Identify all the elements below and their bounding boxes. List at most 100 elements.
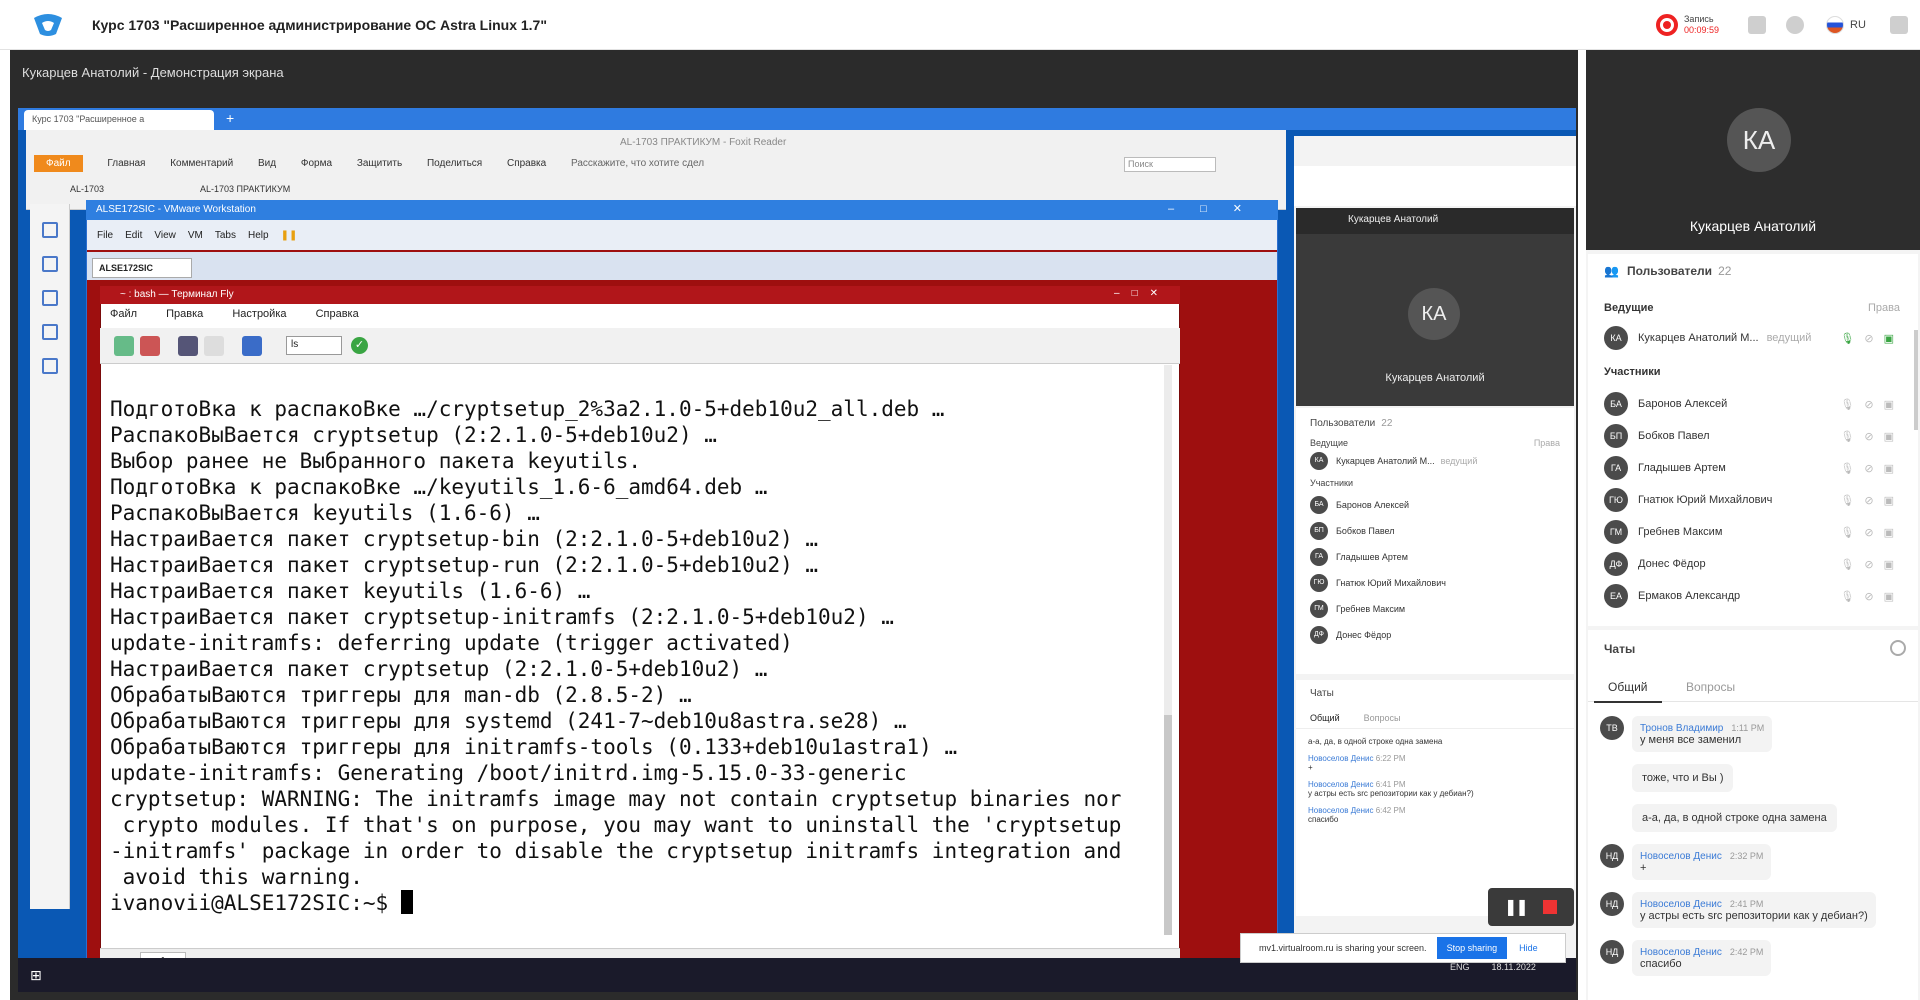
info-icon[interactable]: [1786, 16, 1804, 34]
terminal-output[interactable]: ПодготоВка к распакоВке …/cryptsetup_2%3…: [110, 370, 1160, 916]
terminal-menu-settings[interactable]: Настройка: [232, 308, 286, 320]
foxit-menu-share[interactable]: Поделиться: [427, 158, 482, 169]
search-icon[interactable]: [242, 336, 262, 356]
remote-participant-row[interactable]: ГМ Гребнев Максим: [1296, 596, 1574, 622]
app-logo-icon[interactable]: [30, 12, 66, 38]
lock-icon[interactable]: [41, 358, 58, 374]
users-scrollbar[interactable]: [1914, 330, 1918, 430]
mic-on-icon[interactable]: 🎙: [1840, 333, 1864, 345]
close-session-icon[interactable]: [140, 336, 160, 356]
participant-controls[interactable]: 🎙⊘▣: [1840, 430, 1904, 443]
tab-general[interactable]: Общий: [1594, 680, 1661, 703]
vmware-menu-edit[interactable]: Edit: [125, 230, 142, 241]
layers-icon[interactable]: [41, 256, 58, 272]
remote-tab-questions[interactable]: Вопросы: [1364, 713, 1401, 723]
participant-controls[interactable]: 🎙⊘▣: [1840, 462, 1904, 475]
language-switch[interactable]: RU: [1826, 16, 1866, 34]
participant-row[interactable]: ГА Гладышев Артем 🎙⊘▣: [1604, 452, 1904, 484]
foxit-tellme[interactable]: Расскажите, что хотите сдел: [571, 158, 704, 169]
remote-lead-row[interactable]: КА Кукарцев Анатолий М... ведущий: [1296, 448, 1574, 474]
participant-controls[interactable]: 🎙⊘▣: [1840, 494, 1904, 507]
new-tab-icon[interactable]: +: [226, 110, 234, 126]
terminal-menu-edit[interactable]: Правка: [166, 308, 203, 320]
window-controls[interactable]: –□✕: [1168, 202, 1268, 215]
participant-row[interactable]: ГМ Гребнев Максим 🎙⊘▣: [1604, 516, 1904, 548]
terminal-scrollbar[interactable]: [1164, 365, 1172, 935]
vmware-menu-tabs[interactable]: Tabs: [215, 230, 236, 241]
gear-icon[interactable]: [1890, 640, 1906, 656]
remote-tab-general[interactable]: Общий: [1310, 713, 1340, 723]
foxit-search-input[interactable]: Поиск: [1124, 157, 1216, 172]
pause-icon[interactable]: ❚❚: [281, 230, 298, 241]
folder-icon[interactable]: [1748, 16, 1766, 34]
vmware-tab[interactable]: ALSE172SIC: [92, 258, 192, 278]
page-icon[interactable]: [41, 222, 58, 238]
remote-participant-row[interactable]: ГА Гладышев Артем: [1296, 544, 1574, 570]
message-author[interactable]: Новоселов Денис: [1640, 899, 1722, 910]
terminal-window-controls[interactable]: –□✕: [1114, 288, 1170, 299]
recording-indicator[interactable]: Запись 00:09:59: [1656, 14, 1719, 36]
exit-icon[interactable]: [1890, 16, 1908, 34]
tray-lang[interactable]: ENG: [1450, 962, 1470, 972]
hide-button[interactable]: Hide: [1519, 943, 1538, 953]
bookmark-icon[interactable]: [41, 290, 58, 306]
users-header[interactable]: 👥 Пользователи 22: [1604, 264, 1731, 278]
vmware-menu-view[interactable]: View: [154, 230, 176, 241]
vmware-menu-help[interactable]: Help: [248, 230, 269, 241]
attachment-icon[interactable]: [41, 324, 58, 340]
lead-row[interactable]: КА Кукарцев Анатолий М... ведущий 🎙⊘▣: [1604, 326, 1904, 350]
check-icon[interactable]: ✓: [351, 337, 368, 354]
paste-icon[interactable]: [204, 336, 224, 356]
message-author[interactable]: Новоселов Денис: [1308, 806, 1373, 815]
terminal-line: НастраиВается пакет cryptsetup-bin (2:2.…: [110, 527, 819, 551]
foxit-menu-home[interactable]: Главная: [107, 158, 145, 169]
screen-icon[interactable]: ▣: [1884, 333, 1904, 345]
message-author[interactable]: Тронов Владимир: [1640, 723, 1723, 734]
message-time: 6:41 PM: [1375, 780, 1406, 789]
demo-title: Кукарцев Анатолий - Демонстрация экрана: [22, 65, 284, 80]
participant-row[interactable]: БА Баронов Алексей 🎙⊘▣: [1604, 388, 1904, 420]
participant-name: Гладышев Артем: [1638, 462, 1726, 474]
language-label: RU: [1850, 19, 1866, 31]
participant-controls[interactable]: 🎙⊘▣: [1840, 558, 1904, 571]
remote-participant-row[interactable]: ГЮ Гнатюк Юрий Михайлович: [1296, 570, 1574, 596]
remote-participant-row[interactable]: БА Баронов Алексей: [1296, 492, 1574, 518]
foxit-menu-file[interactable]: Файл: [34, 155, 83, 172]
terminal-menu-file[interactable]: Файл: [110, 308, 137, 320]
lead-label: Ведущие: [1604, 302, 1654, 314]
message-author[interactable]: Новоселов Денис: [1640, 851, 1722, 862]
foxit-menu-help[interactable]: Справка: [507, 158, 546, 169]
stop-sharing-button[interactable]: Stop sharing: [1436, 937, 1508, 959]
foxit-doc-tab-active[interactable]: AL-1703 ПРАКТИКУМ: [200, 184, 290, 194]
remote-participant-row[interactable]: БП Бобков Павел: [1296, 518, 1574, 544]
foxit-doc-tab[interactable]: AL-1703: [70, 184, 104, 194]
participant-row[interactable]: ДФ Донес Фёдор 🎙⊘▣: [1604, 548, 1904, 580]
participant-row[interactable]: ГЮ Гнатюк Юрий Михайлович 🎙⊘▣: [1604, 484, 1904, 516]
tab-questions[interactable]: Вопросы: [1686, 680, 1735, 694]
foxit-menu-protect[interactable]: Защитить: [357, 158, 402, 169]
command-select[interactable]: ls: [286, 336, 342, 355]
message-author[interactable]: Новоселов Денис: [1308, 780, 1373, 789]
browser-tab[interactable]: Курс 1703 "Расширенное а: [24, 110, 214, 130]
foxit-menu-view[interactable]: Вид: [258, 158, 276, 169]
foxit-menu-comment[interactable]: Комментарий: [170, 158, 233, 169]
vmware-menu-vm[interactable]: VM: [188, 230, 203, 241]
terminal-menu-help[interactable]: Справка: [316, 308, 359, 320]
stop-recording-icon[interactable]: [1542, 900, 1557, 914]
terminal-title: ~ : bash — Терминал Fly: [120, 289, 234, 300]
new-session-icon[interactable]: [114, 336, 134, 356]
foxit-menu-form[interactable]: Форма: [301, 158, 332, 169]
pause-recording-icon[interactable]: ❚❚: [1504, 897, 1529, 917]
participant-controls[interactable]: 🎙⊘▣: [1840, 590, 1904, 603]
message-author[interactable]: Новоселов Денис: [1308, 754, 1373, 763]
copy-icon[interactable]: [178, 336, 198, 356]
participant-row[interactable]: БП Бобков Павел 🎙⊘▣: [1604, 420, 1904, 452]
lead-controls[interactable]: 🎙⊘▣: [1840, 332, 1904, 345]
vmware-menu-file[interactable]: File: [97, 230, 113, 241]
windows-start-icon[interactable]: ⊞: [30, 967, 42, 984]
message-author[interactable]: Новоселов Денис: [1640, 947, 1722, 958]
participant-row[interactable]: ЕА Ермаков Александр 🎙⊘▣: [1604, 580, 1904, 612]
participant-controls[interactable]: 🎙⊘▣: [1840, 526, 1904, 539]
remote-participant-row[interactable]: ДФ Донес Фёдор: [1296, 622, 1574, 648]
participant-controls[interactable]: 🎙⊘▣: [1840, 398, 1904, 411]
